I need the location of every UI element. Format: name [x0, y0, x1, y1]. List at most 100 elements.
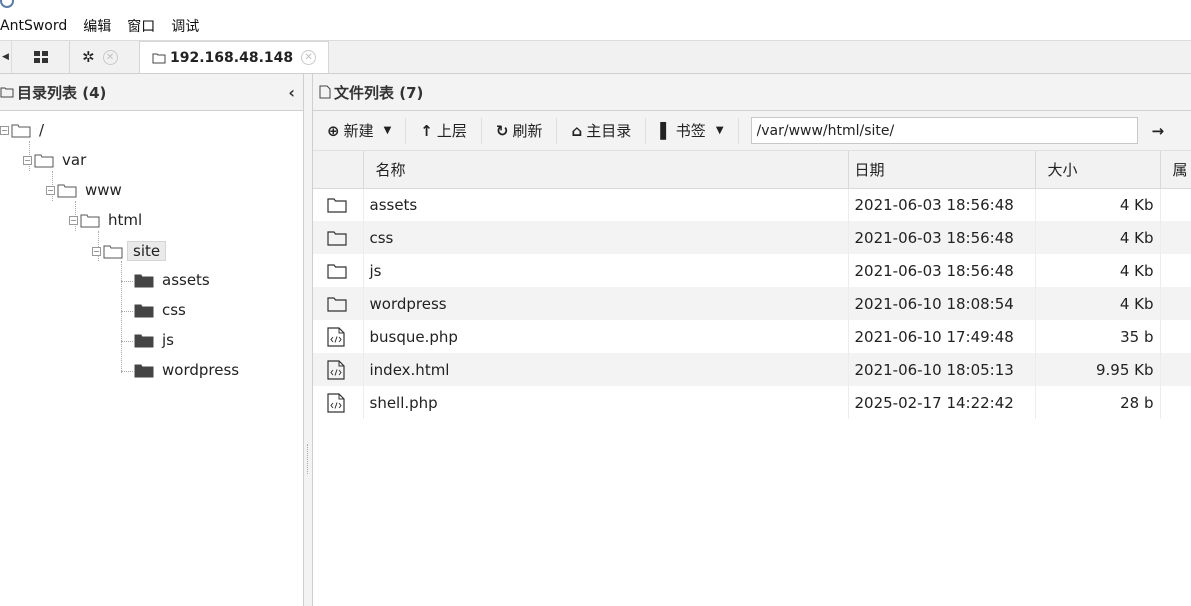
- file-panel: 文件列表 (7) ⊕ 新建 ▼ ↑ 上层 ↻ 刷新 ⌂ 主目录 ▌ 书签 ▼ →: [313, 74, 1191, 606]
- menu-debug[interactable]: 调试: [171, 16, 207, 36]
- menu-antsword[interactable]: AntSword: [0, 18, 75, 34]
- refresh-button-label: 刷新: [512, 122, 543, 140]
- tree-node-label: css: [162, 301, 186, 319]
- caret-down-icon: ▼: [383, 125, 392, 136]
- file-name: index.html: [363, 353, 849, 386]
- tree-node-www[interactable]: − www: [46, 181, 122, 199]
- folder-icon: [34, 154, 54, 167]
- directory-tree: − / − var − www − html − site assets css…: [0, 111, 303, 601]
- file-size: 4 Kb: [1035, 287, 1161, 320]
- file-row[interactable]: shell.php 2025-02-17 14:22:42 28 b: [313, 386, 1191, 419]
- tree-node-var[interactable]: − var: [23, 151, 86, 169]
- bookmark-button[interactable]: ▌ 书签 ▼: [656, 117, 739, 144]
- menu-edit[interactable]: 编辑: [83, 16, 119, 36]
- up-button-label: 上层: [436, 122, 467, 140]
- path-input[interactable]: [750, 117, 1138, 144]
- tree-node-root[interactable]: − /: [0, 121, 44, 139]
- tab-shell-host[interactable]: 192.168.48.148 ✕: [140, 41, 330, 73]
- tree-node-css[interactable]: css: [134, 301, 186, 319]
- splitter-grip[interactable]: [307, 444, 309, 474]
- caret-down-icon: ▼: [715, 125, 724, 136]
- collapse-node-icon[interactable]: −: [0, 125, 9, 135]
- tree-node-assets[interactable]: assets: [134, 271, 210, 289]
- tree-node-html[interactable]: − html: [69, 211, 142, 229]
- home-button[interactable]: ⌂ 主目录: [567, 117, 647, 144]
- file-attr: [1160, 254, 1191, 287]
- plus-circle-icon: ⊕: [327, 121, 340, 140]
- tabs-bar: ◀ ✲ ✕ 192.168.48.148 ✕: [0, 41, 1191, 74]
- collapse-node-icon[interactable]: −: [46, 185, 55, 195]
- col-date-header[interactable]: 日期: [848, 151, 1036, 189]
- tab-shell-host-label: 192.168.48.148: [170, 49, 294, 66]
- tree-node-js[interactable]: js: [134, 331, 174, 349]
- file-attr: [1160, 221, 1191, 254]
- file-row-icon-cell: [313, 188, 364, 221]
- file-date: 2021-06-03 18:56:48: [848, 221, 1036, 254]
- col-size-header[interactable]: 大小: [1035, 151, 1161, 189]
- up-button[interactable]: ↑ 上层: [416, 117, 482, 144]
- file-row[interactable]: assets 2021-06-03 18:56:48 4 Kb: [313, 188, 1191, 221]
- folder-icon: [103, 245, 123, 258]
- folder-filled-icon: [134, 304, 154, 317]
- file-attr: [1160, 188, 1191, 221]
- menubar: AntSword 编辑 窗口 调试: [0, 12, 1191, 41]
- tab-scroll-left-icon[interactable]: ◀: [0, 41, 12, 73]
- col-icon-header: [313, 151, 364, 189]
- file-row-icon-cell: [313, 353, 364, 386]
- file-toolbar: ⊕ 新建 ▼ ↑ 上层 ↻ 刷新 ⌂ 主目录 ▌ 书签 ▼ →: [313, 111, 1191, 151]
- tab-settings[interactable]: ✲ ✕: [70, 41, 140, 73]
- tree-node-wordpress[interactable]: wordpress: [134, 361, 239, 379]
- file-row[interactable]: wordpress 2021-06-10 18:08:54 4 Kb: [313, 287, 1191, 320]
- tab-settings-close-icon[interactable]: ✕: [102, 49, 118, 65]
- file-name: assets: [363, 188, 849, 221]
- app-logo-icon: [0, 0, 14, 8]
- code-file-icon: [327, 359, 362, 380]
- grid-icon: [33, 51, 48, 63]
- menu-window[interactable]: 窗口: [127, 16, 163, 36]
- file-date: 2021-06-10 18:08:54: [848, 287, 1036, 320]
- file-row-icon-cell: [313, 287, 364, 320]
- col-attr-header[interactable]: 属: [1160, 151, 1191, 189]
- home-icon: ⌂: [571, 121, 583, 140]
- file-table: 名称 日期 大小 属 assets 2021-06-03 18:56:48 4 Kb…: [313, 151, 1191, 419]
- file-size: 4 Kb: [1035, 188, 1161, 221]
- file-size: 28 b: [1035, 386, 1161, 419]
- file-row[interactable]: index.html 2021-06-10 18:05:13 9.95 Kb: [313, 353, 1191, 386]
- file-name: wordpress: [363, 287, 849, 320]
- file-row-icon-cell: [313, 221, 364, 254]
- tab-shell-host-close-icon[interactable]: ✕: [301, 50, 317, 65]
- tree-node-label: www: [85, 181, 122, 199]
- tree-node-label: /: [39, 121, 45, 139]
- collapse-node-icon[interactable]: −: [92, 246, 101, 256]
- file-size: 4 Kb: [1035, 221, 1161, 254]
- folder-icon: [57, 184, 77, 197]
- refresh-button[interactable]: ↻ 刷新: [492, 117, 558, 144]
- code-file-icon: [327, 392, 362, 413]
- folder-icon: [152, 53, 166, 63]
- collapse-node-icon[interactable]: −: [69, 215, 78, 225]
- refresh-icon: ↻: [495, 121, 509, 140]
- file-attr: [1160, 386, 1191, 419]
- file-row[interactable]: css 2021-06-03 18:56:48 4 Kb: [313, 221, 1191, 254]
- file-date: 2021-06-10 17:49:48: [848, 320, 1036, 353]
- file-row[interactable]: busque.php 2021-06-10 17:49:48 35 b: [313, 320, 1191, 353]
- file-date: 2021-06-10 18:05:13: [848, 353, 1036, 386]
- tab-home[interactable]: [12, 41, 70, 73]
- tree-node-site[interactable]: − site: [92, 241, 167, 261]
- go-arrow-icon[interactable]: →: [1152, 122, 1165, 140]
- collapse-panel-icon[interactable]: ‹: [288, 83, 295, 102]
- tree-node-label: site: [127, 241, 167, 261]
- file-panel-header: 文件列表 (7): [313, 74, 1191, 111]
- window-titlebar: [0, 0, 1191, 12]
- tree-node-label: html: [108, 211, 143, 229]
- arrow-up-icon: ↑: [420, 121, 433, 140]
- new-button-label: 新建: [343, 122, 374, 140]
- file-row[interactable]: js 2021-06-03 18:56:48 4 Kb: [313, 254, 1191, 287]
- panel-splitter[interactable]: [304, 74, 313, 606]
- col-name-header[interactable]: 名称: [363, 151, 849, 189]
- collapse-node-icon[interactable]: −: [23, 155, 32, 165]
- new-button[interactable]: ⊕ 新建 ▼: [323, 117, 407, 144]
- folder-icon: [327, 263, 362, 279]
- file-name: js: [363, 254, 849, 287]
- file-attr: [1160, 287, 1191, 320]
